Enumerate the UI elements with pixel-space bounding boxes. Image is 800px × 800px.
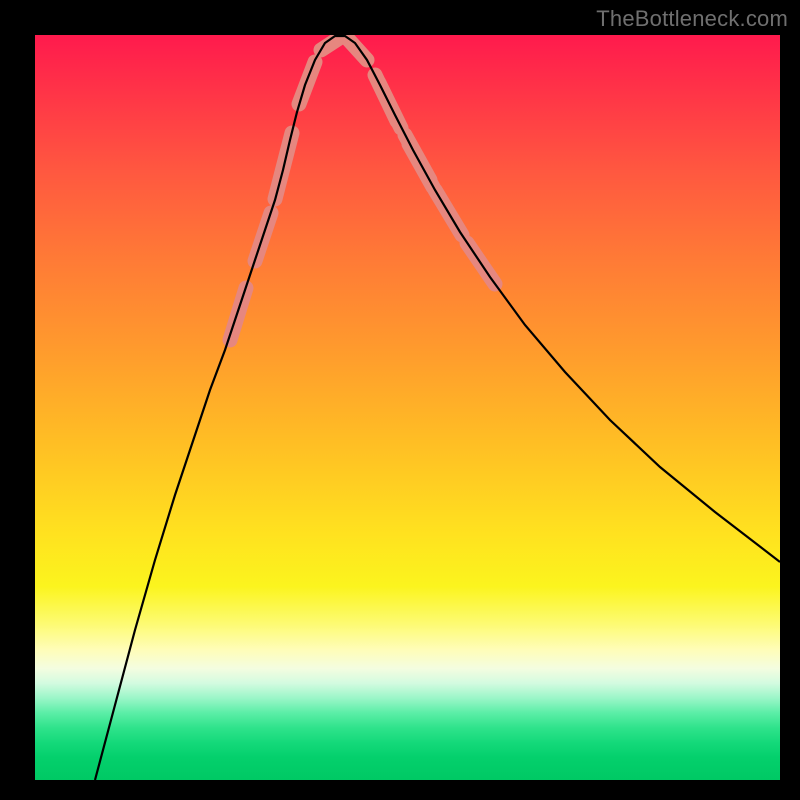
chart-frame: TheBottleneck.com [0,0,800,800]
gpu-marker-group [230,37,495,340]
watermark-text: TheBottleneck.com [596,6,788,32]
plot-area [35,35,780,780]
chart-svg [35,35,780,780]
bottleneck-curve [95,36,780,780]
